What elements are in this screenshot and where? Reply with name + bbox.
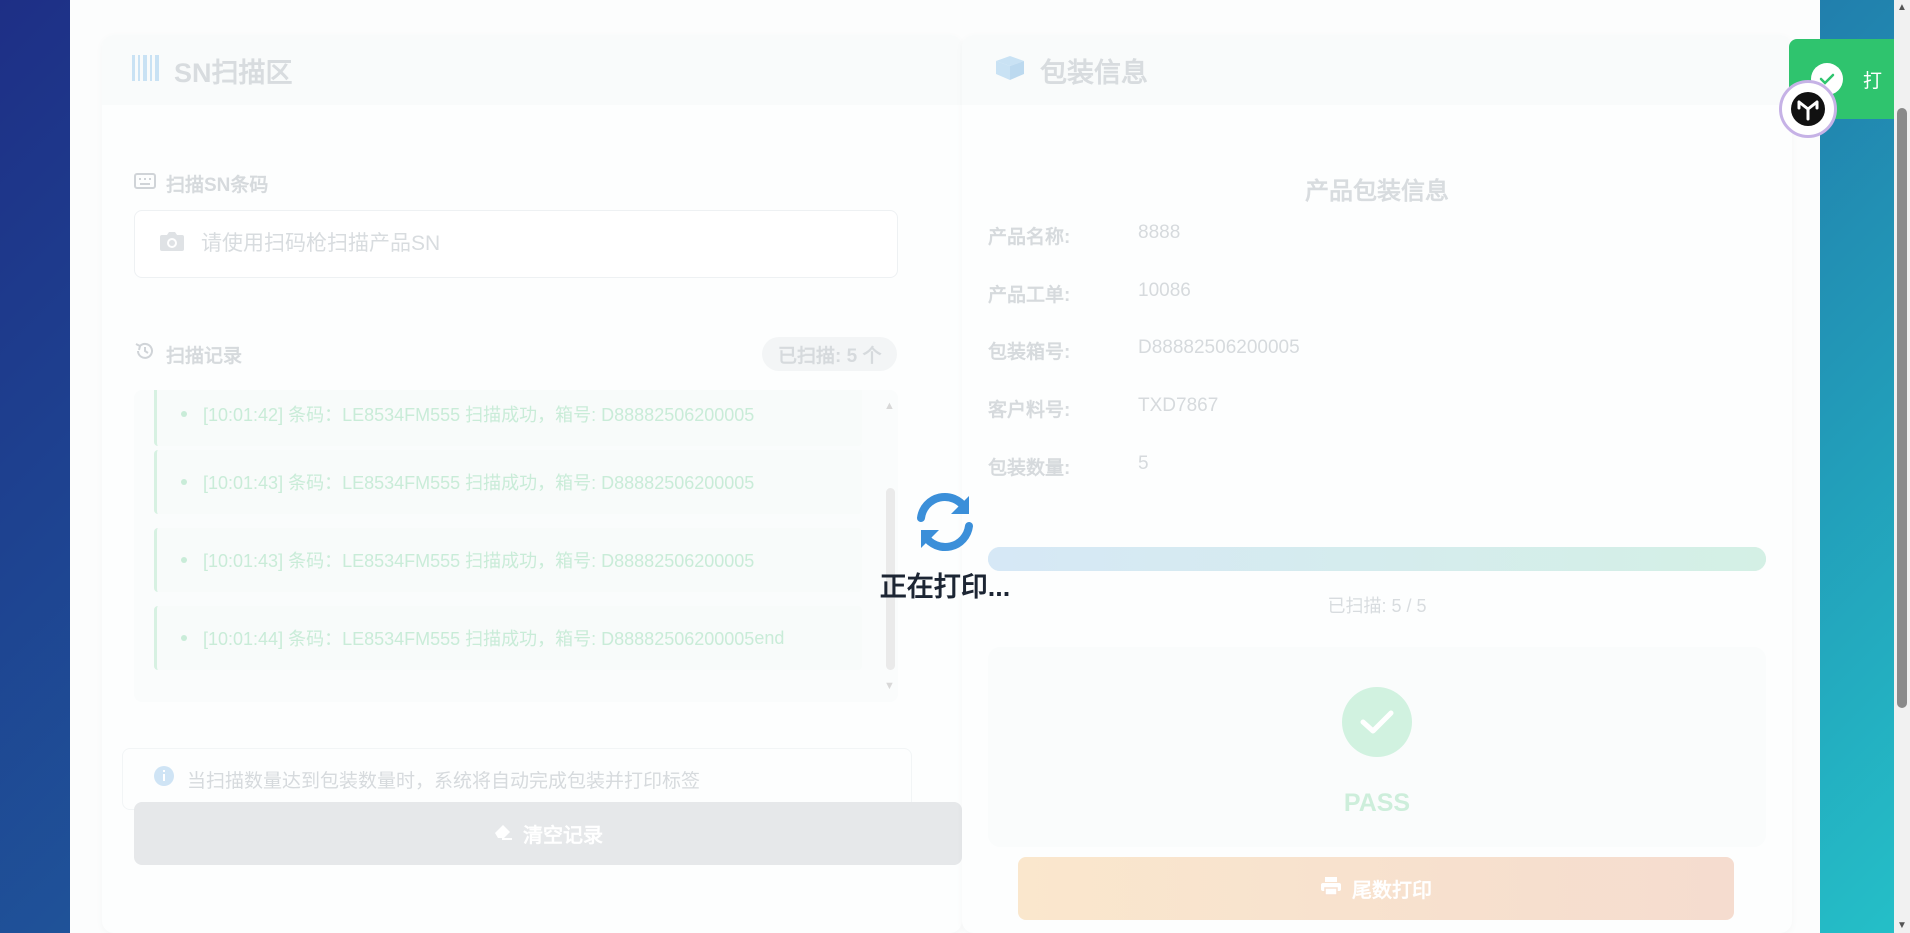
package-panel-title: 包装信息	[1040, 57, 1148, 88]
field-label: 包装箱号:	[988, 342, 1071, 363]
eraser-icon	[493, 822, 513, 846]
assistant-logo-icon[interactable]	[1779, 80, 1837, 138]
check-circle-icon	[1342, 687, 1412, 757]
sn-scan-field[interactable]	[134, 210, 898, 278]
sn-scan-input[interactable]	[199, 231, 803, 257]
field-value: TXD7867	[1138, 395, 1219, 416]
package-panel-header: 包装信息	[962, 35, 1792, 105]
list-item: [10:01:43] 条码：LE8534FM555 扫描成功，箱号: D8888…	[154, 450, 862, 514]
clear-records-label: 清空记录	[523, 825, 603, 847]
field-value: 5	[1138, 453, 1149, 474]
bullet-icon	[181, 635, 187, 641]
record-text: [10:01:43] 条码：LE8534FM555 扫描成功，箱号: D8888…	[203, 473, 755, 493]
record-text: [10:01:44] 条码：LE8534FM555 扫描成功，箱号: D8888…	[203, 629, 755, 649]
scan-label: 扫描SN条码	[134, 170, 268, 197]
field-label: 客户料号:	[988, 400, 1071, 421]
scan-progress-text: 已扫描: 5 / 5	[1327, 596, 1427, 616]
field-value: D88882506200005	[1138, 337, 1300, 358]
status-text: PASS	[1343, 789, 1411, 817]
scanned-count-text: 已扫描: 5 个	[778, 345, 882, 367]
box-icon	[994, 55, 1026, 86]
field-value: 8888	[1138, 222, 1181, 243]
scan-records-list[interactable]: [10:01:42] 条码：LE8534FM555 扫描成功，箱号: D8888…	[134, 390, 898, 702]
field-product-name: 产品名称: 8888	[988, 222, 1180, 249]
scan-panel-header: SN扫描区	[102, 35, 962, 105]
printing-overlay: 正在打印...	[870, 492, 1020, 604]
scroll-down-arrow-icon[interactable]: ▼	[1894, 920, 1910, 931]
scan-progress-fill	[988, 547, 1766, 571]
field-pack-quantity: 包装数量: 5	[988, 453, 1149, 480]
loading-text: 正在打印...	[879, 572, 1011, 602]
toast-text: 打	[1863, 70, 1883, 92]
tip-text: 当扫描数量达到包装数量时，系统将自动完成包装并打印标签	[187, 770, 701, 792]
page-scrollbar[interactable]: ▲ ▼	[1894, 0, 1910, 933]
keyboard-icon	[134, 172, 166, 195]
sync-icon	[913, 492, 977, 556]
bullet-icon	[181, 411, 187, 417]
list-item: [10:01:44] 条码：LE8534FM555 扫描成功，箱号: D8888…	[154, 606, 862, 670]
remainder-print-button[interactable]: 尾数打印	[1018, 857, 1734, 920]
print-button-label: 尾数打印	[1352, 880, 1432, 902]
records-label-text: 扫描记录	[166, 345, 243, 367]
field-customer-part: 客户料号: TXD7867	[988, 395, 1218, 422]
record-text: [10:01:43] 条码：LE8534FM555 扫描成功，箱号: D8888…	[203, 551, 755, 571]
bullet-icon	[181, 557, 187, 563]
auto-print-tip: 当扫描数量达到包装数量时，系统将自动完成包装并打印标签	[122, 748, 912, 810]
scan-panel-title: SN扫描区	[174, 57, 293, 88]
status-box: PASS	[988, 647, 1766, 847]
field-box-number: 包装箱号: D88882506200005	[988, 337, 1300, 364]
barcode-icon	[132, 54, 160, 86]
field-work-order: 产品工单: 10086	[988, 280, 1191, 307]
list-item: [10:01:42] 条码：LE8534FM555 扫描成功，箱号: D8888…	[154, 390, 862, 446]
scan-panel: SN扫描区 扫描SN条码 请使用扫码枪扫描产品SN 扫描记录 已扫描: 5 个 …	[102, 35, 962, 933]
scroll-up-arrow-icon[interactable]: ▲	[1894, 2, 1910, 13]
field-value: 10086	[1138, 280, 1191, 301]
field-label: 包装数量:	[988, 458, 1071, 479]
page-scrollbar-thumb[interactable]	[1897, 108, 1907, 708]
info-icon	[153, 765, 175, 793]
bullet-icon	[181, 479, 187, 485]
package-panel: 包装信息 产品包装信息 产品名称: 8888 产品工单: 10086 包装箱号:…	[962, 35, 1792, 933]
list-scroll-down-icon[interactable]: ▼	[884, 680, 895, 692]
camera-icon	[159, 230, 185, 258]
records-label: 扫描记录	[134, 340, 242, 368]
field-label: 产品名称:	[988, 227, 1071, 248]
main-page: SN扫描区 扫描SN条码 请使用扫码枪扫描产品SN 扫描记录 已扫描: 5 个 …	[70, 0, 1820, 933]
list-scroll-up-icon[interactable]: ▲	[884, 400, 895, 412]
clear-records-button[interactable]: 清空记录	[134, 802, 962, 865]
printer-icon	[1320, 876, 1342, 902]
package-info-title: 产品包装信息	[1305, 178, 1449, 205]
list-item: [10:01:43] 条码：LE8534FM555 扫描成功，箱号: D8888…	[154, 528, 862, 592]
history-icon	[134, 340, 166, 368]
field-label: 产品工单:	[988, 285, 1071, 306]
scan-label-text: 扫描SN条码	[166, 175, 269, 196]
record-text: [10:01:42] 条码：LE8534FM555 扫描成功，箱号: D8888…	[203, 405, 755, 425]
scanned-count-badge: 已扫描: 5 个	[762, 337, 898, 371]
scan-progress-bar	[988, 547, 1766, 571]
